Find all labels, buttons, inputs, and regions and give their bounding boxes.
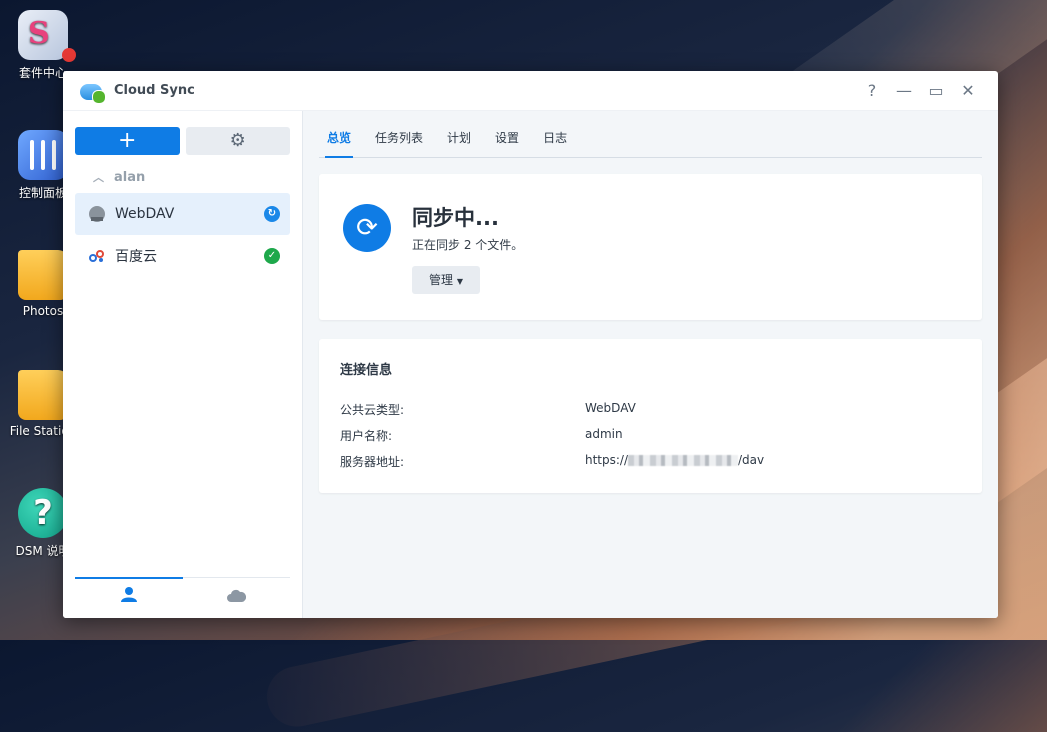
connection-name: 百度云 <box>115 249 157 265</box>
main-panel: 总览 任务列表 计划 设置 日志 ⟳ 同步中... 正在同步 2 个文件。 管理… <box>303 111 998 618</box>
cloud-sync-window: Cloud Sync ? — ▭ ✕ + ⚙ ︿ alan WebDAV ↻ 百… <box>63 71 998 618</box>
redacted-hostname <box>628 455 739 466</box>
notification-badge <box>62 48 76 62</box>
help-icon: ? <box>18 488 68 538</box>
close-button[interactable]: ✕ <box>952 81 984 100</box>
cloud-icon <box>226 587 247 608</box>
connection-name: WebDAV <box>115 206 175 222</box>
window-title: Cloud Sync <box>114 83 195 98</box>
connection-group-header[interactable]: ︿ alan <box>93 169 302 185</box>
settings-button[interactable]: ⚙ <box>185 127 290 155</box>
caret-down-icon: ▼ <box>456 277 463 286</box>
server-address-prefix: https:// <box>585 453 629 467</box>
tab-overview[interactable]: 总览 <box>319 129 359 158</box>
info-label-cloud-type: 公共云类型: <box>340 403 405 417</box>
sidebar-toolbar: + ⚙ <box>63 111 302 155</box>
user-icon <box>120 587 138 608</box>
server-address-suffix: /dav <box>738 453 765 467</box>
sync-status-title: 同步中... <box>412 206 499 230</box>
connection-info-title: 连接信息 <box>340 363 393 378</box>
check-status-icon: ✓ <box>264 248 280 264</box>
folder-icon <box>18 370 68 420</box>
titlebar[interactable]: Cloud Sync ? — ▭ ✕ <box>63 71 998 111</box>
help-button[interactable]: ? <box>856 81 888 100</box>
baidu-cloud-icon <box>89 248 105 264</box>
manage-label: 管理 <box>429 273 454 287</box>
minimize-button[interactable]: — <box>888 81 920 100</box>
tab-user[interactable] <box>75 577 183 618</box>
tab-cloud[interactable] <box>183 578 291 618</box>
info-value-username: admin <box>585 427 623 441</box>
sync-status-card: ⟳ 同步中... 正在同步 2 个文件。 管理 ▼ <box>319 174 982 320</box>
connection-item-webdav[interactable]: WebDAV ↻ <box>75 193 290 235</box>
connection-info-card: 连接信息 公共云类型: WebDAV 用户名称: admin 服务器地址: ht… <box>319 339 982 493</box>
tab-log[interactable]: 日志 <box>535 129 575 157</box>
info-value-cloud-type: WebDAV <box>585 401 636 415</box>
group-name: alan <box>114 169 146 185</box>
control-panel-icon <box>18 130 68 180</box>
maximize-button[interactable]: ▭ <box>920 81 952 100</box>
syncing-status-icon: ↻ <box>264 206 280 222</box>
cloud-sync-app-icon <box>80 80 106 104</box>
add-connection-button[interactable]: + <box>75 127 180 155</box>
info-value-server-address: https:// /dav <box>585 453 764 467</box>
tab-settings[interactable]: 设置 <box>487 129 527 157</box>
webdav-icon <box>89 206 105 222</box>
info-label-username: 用户名称: <box>340 429 393 443</box>
package-center-icon: S <box>18 10 76 62</box>
gear-icon: ⚙ <box>229 130 246 151</box>
chevron-up-icon: ︿ <box>93 171 104 184</box>
tab-task-list[interactable]: 任务列表 <box>367 129 431 157</box>
sidebar-bottom-tabs <box>75 577 290 618</box>
info-label-server-address: 服务器地址: <box>340 455 405 469</box>
main-tabs: 总览 任务列表 计划 设置 日志 <box>319 111 982 158</box>
connection-item-baidu[interactable]: 百度云 ✓ <box>75 235 290 277</box>
tab-schedule[interactable]: 计划 <box>439 129 479 157</box>
manage-dropdown-button[interactable]: 管理 ▼ <box>412 266 480 294</box>
sync-status-subtitle: 正在同步 2 个文件。 <box>412 238 524 252</box>
folder-icon <box>18 250 68 300</box>
window-controls: ? — ▭ ✕ <box>856 81 984 100</box>
sync-icon: ⟳ <box>343 204 391 252</box>
sidebar: + ⚙ ︿ alan WebDAV ↻ 百度云 ✓ <box>63 111 303 618</box>
